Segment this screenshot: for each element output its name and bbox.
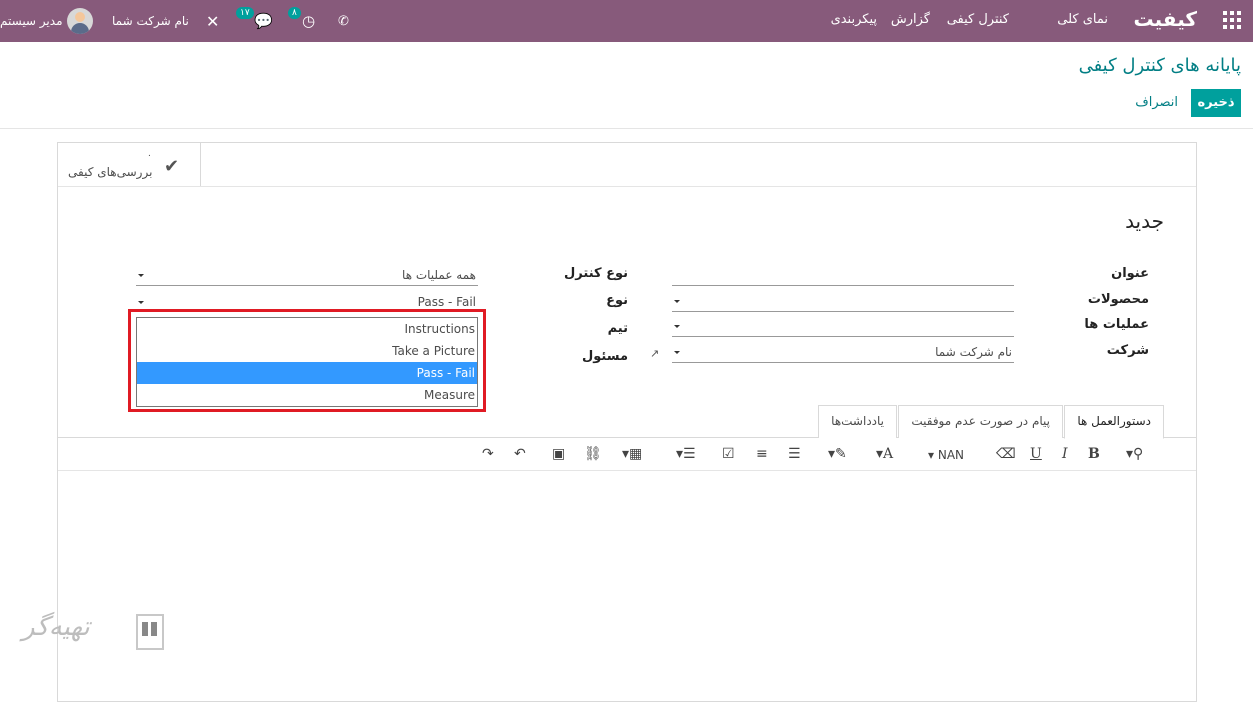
- paragraph-align-icon[interactable]: ▾☰: [676, 446, 696, 462]
- label-control-type: نوع کنترل: [564, 266, 628, 281]
- label-type: نوع: [606, 293, 628, 308]
- table-icon[interactable]: ▾▦: [622, 446, 642, 462]
- control-panel-divider: [0, 128, 1253, 129]
- top-navbar: کیفیت نمای کلی کنترل کیفی گزارش پیکربندی…: [0, 0, 1253, 42]
- company-switcher[interactable]: نام شرکت شما: [112, 0, 189, 42]
- menu-reporting[interactable]: گزارش: [891, 12, 930, 27]
- tab-notes[interactable]: یادداشت‌ها: [818, 405, 897, 438]
- editor-toolbar: ▾⚲ B I U ⌫ ▾ NAN ▾A ▾✎ ☰ ≡ ☑ ▾☰ ▾▦ ⛓ ▣ ↶…: [58, 438, 1196, 471]
- button-box-divider: [58, 186, 1196, 187]
- breadcrumb[interactable]: پایانه های کنترل کیفی: [1079, 55, 1241, 76]
- image-icon[interactable]: ▣: [552, 446, 565, 462]
- messages-badge: ۱۷: [236, 7, 254, 19]
- bold-icon[interactable]: B: [1088, 446, 1100, 462]
- editor-content-area[interactable]: [58, 472, 1196, 702]
- products-field[interactable]: [672, 292, 1014, 312]
- save-button[interactable]: ذخیره: [1191, 89, 1241, 117]
- annotation-highlight-box: [128, 309, 486, 412]
- undo-icon[interactable]: ↶: [514, 446, 526, 462]
- tab-failure-message[interactable]: پیام در صورت عدم موفقیت: [898, 405, 1063, 438]
- redo-icon[interactable]: ↷: [482, 446, 494, 462]
- activities-badge: ۸: [288, 7, 301, 19]
- operations-field[interactable]: [672, 317, 1014, 337]
- discard-button[interactable]: انصراف: [1135, 95, 1178, 110]
- quality-checks-smart-button[interactable]: ✔ ۰ بررسی‌های کیفی: [58, 143, 201, 186]
- user-name: مدیر سیستم: [0, 14, 63, 28]
- watermark-text: تهیه‌گر: [22, 612, 90, 642]
- form-sheet: ✔ ۰ بررسی‌های کیفی جدید عنوان محصولات عم…: [57, 142, 1197, 702]
- menu-overview[interactable]: نمای کلی: [1057, 12, 1108, 27]
- company-name: نام شرکت شما: [112, 14, 189, 28]
- chevron-down-icon: [138, 301, 144, 304]
- paintbrush-icon[interactable]: ▾✎: [828, 446, 847, 462]
- apps-menu-icon[interactable]: [1223, 11, 1241, 29]
- messages-icon[interactable]: 💬: [254, 0, 273, 42]
- quality-checks-label: بررسی‌های کیفی: [68, 165, 153, 179]
- underline-icon[interactable]: U: [1030, 446, 1042, 462]
- label-responsible: مسئول: [581, 349, 628, 364]
- debug-tools-icon[interactable]: ✕: [206, 0, 219, 42]
- control-type-select[interactable]: همه عملیات ها: [136, 266, 478, 286]
- font-size-select[interactable]: ▾ NAN: [928, 448, 964, 462]
- chevron-down-icon: [674, 300, 680, 303]
- link-icon[interactable]: ⛓: [584, 446, 602, 462]
- tab-instructions[interactable]: دستورالعمل ها: [1064, 405, 1164, 439]
- external-link-icon[interactable]: ↗: [650, 347, 659, 360]
- magic-wand-icon[interactable]: ▾⚲: [1126, 446, 1143, 462]
- label-title: عنوان: [1111, 266, 1149, 281]
- watermark-logo-icon: [136, 614, 164, 650]
- user-avatar: [66, 8, 93, 34]
- label-products: محصولات: [1087, 292, 1149, 307]
- activities-clock-icon[interactable]: ◷: [302, 0, 315, 42]
- italic-icon[interactable]: I: [1062, 446, 1068, 462]
- company-field[interactable]: نام شرکت شما: [672, 343, 1014, 363]
- user-menu[interactable]: مدیر سیستم: [0, 0, 93, 42]
- unordered-list-icon[interactable]: ☰: [788, 446, 801, 462]
- title-input[interactable]: [672, 266, 1014, 286]
- label-team: تیم: [607, 321, 628, 336]
- chevron-down-icon: [138, 274, 144, 277]
- label-company: شرکت: [1106, 343, 1149, 358]
- phone-icon[interactable]: ✆: [338, 0, 349, 42]
- menu-configuration[interactable]: پیکربندی: [831, 12, 877, 27]
- quality-checks-count: ۰: [147, 151, 152, 161]
- checklist-icon[interactable]: ☑: [722, 446, 735, 462]
- font-color-icon[interactable]: ▾A: [876, 446, 893, 462]
- chevron-down-icon: [674, 351, 680, 354]
- app-brand[interactable]: کیفیت: [1133, 7, 1197, 31]
- eraser-icon[interactable]: ⌫: [996, 446, 1016, 462]
- record-title: جدید: [1125, 209, 1164, 233]
- chevron-down-icon: [674, 325, 680, 328]
- ordered-list-icon[interactable]: ≡: [756, 446, 768, 462]
- checkmark-icon: ✔: [164, 156, 180, 177]
- label-operations: عملیات ها: [1084, 317, 1149, 332]
- menu-quality-control[interactable]: کنترل کیفی: [947, 12, 1009, 27]
